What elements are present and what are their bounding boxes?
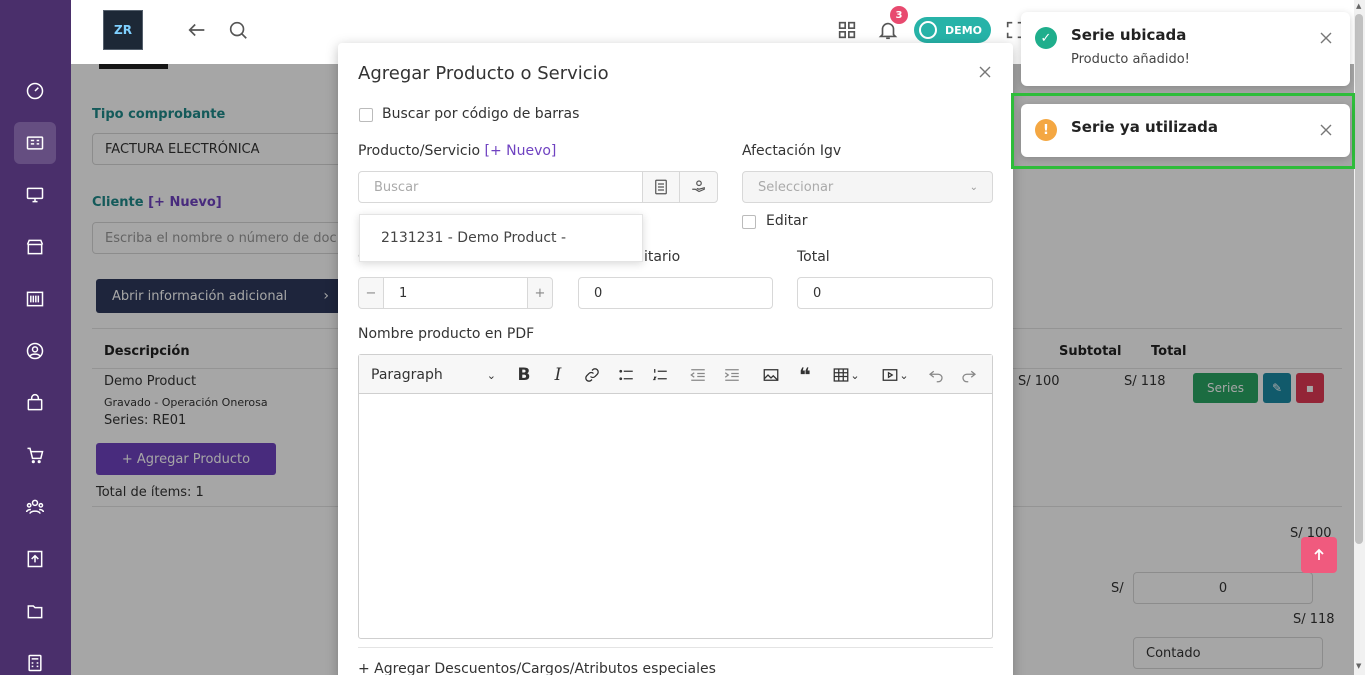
add-product-modal: Agregar Producto o Servicio Buscar por c…	[338, 43, 1013, 675]
sales-icon[interactable]	[14, 122, 56, 164]
rich-text-editor[interactable]: Paragraph ⌄ B I ❝ ⌄ ⌄	[358, 354, 993, 639]
chevron-down-icon: ⌄	[969, 181, 978, 193]
paragraph-select[interactable]: Paragraph ⌄	[371, 365, 496, 385]
total-input[interactable]: 0	[797, 277, 993, 309]
scroll-down-arrow-icon[interactable]: ▼	[1356, 662, 1361, 670]
cantidad-input[interactable]: 1	[383, 277, 528, 309]
undo-icon[interactable]	[925, 365, 947, 385]
back-arrow-icon[interactable]	[185, 18, 209, 42]
toast-title: Serie ya utilizada	[1071, 118, 1219, 136]
add-discounts-link[interactable]: + Agregar Descuentos/Cargos/Atributos es…	[358, 661, 716, 675]
italic-icon[interactable]: I	[547, 365, 569, 385]
igv-select[interactable]: Seleccionar ⌄	[742, 171, 993, 203]
product-dropdown-option[interactable]: 2131231 - Demo Product -	[359, 214, 643, 262]
search-icon[interactable]	[226, 18, 250, 42]
calculator-icon[interactable]	[22, 650, 48, 675]
chevron-down-icon: ⌄	[486, 368, 496, 382]
close-icon[interactable]	[1319, 123, 1333, 137]
decrement-button[interactable]: −	[358, 277, 384, 309]
apps-grid-icon[interactable]	[835, 18, 859, 42]
user-icon[interactable]	[22, 338, 48, 364]
scrollbar-thumb[interactable]	[1355, 14, 1363, 544]
pos-icon[interactable]	[22, 182, 48, 208]
toast-success: ✓ Serie ubicada Producto añadido!	[1021, 12, 1350, 86]
barcode-icon[interactable]	[22, 286, 48, 312]
app-logo: ZR	[103, 10, 143, 50]
edit-label: Editar	[766, 213, 808, 229]
product-search-input[interactable]: Buscar	[358, 171, 643, 203]
toast-warning: ! Serie ya utilizada	[1021, 104, 1350, 157]
table-icon[interactable]: ⌄	[828, 365, 864, 385]
scroll-to-top-button[interactable]	[1301, 537, 1337, 573]
files-icon[interactable]	[22, 598, 48, 624]
divider	[358, 647, 993, 648]
barcode-search-label: Buscar por código de barras	[382, 106, 580, 122]
media-embed-icon[interactable]: ⌄	[876, 365, 914, 385]
numbered-list-icon[interactable]	[649, 365, 671, 385]
report-icon[interactable]	[22, 546, 48, 572]
bold-icon[interactable]: B	[513, 365, 535, 385]
arrow-up-icon	[1314, 548, 1324, 560]
editor-toolbar: Paragraph ⌄ B I ❝ ⌄ ⌄	[359, 355, 992, 394]
list-icon[interactable]	[642, 171, 680, 203]
indent-icon[interactable]	[721, 365, 743, 385]
product-new-link[interactable]: [+ Nuevo]	[484, 143, 556, 159]
increment-button[interactable]: +	[527, 277, 553, 309]
demo-mode-toggle[interactable]: DEMO	[914, 17, 991, 43]
toast-message: Producto añadido!	[1071, 52, 1190, 67]
warning-icon: !	[1035, 119, 1057, 141]
scroll-up-arrow-icon[interactable]: ▲	[1356, 2, 1361, 10]
link-icon[interactable]	[581, 365, 603, 385]
precio-input[interactable]: 0	[578, 277, 773, 309]
igv-label: Afectación Igv	[742, 143, 842, 159]
product-label: Producto/Servicio [+ Nuevo]	[358, 143, 557, 159]
service-hand-icon[interactable]	[679, 171, 718, 203]
bulleted-list-icon[interactable]	[615, 365, 637, 385]
outdent-icon[interactable]	[687, 365, 709, 385]
modal-title: Agregar Producto o Servicio	[358, 63, 609, 84]
close-icon[interactable]	[978, 65, 992, 79]
redo-icon[interactable]	[958, 365, 980, 385]
dashboard-icon[interactable]	[22, 78, 48, 104]
cart-icon[interactable]	[22, 442, 48, 468]
store-icon[interactable]	[22, 234, 48, 260]
sidebar	[0, 0, 71, 675]
quote-icon[interactable]: ❝	[794, 363, 816, 387]
total-label: Total	[797, 249, 830, 265]
check-circle-icon: ✓	[1035, 27, 1057, 49]
notification-badge: 3	[890, 6, 908, 24]
smile-icon	[919, 21, 937, 39]
pdf-name-label: Nombre producto en PDF	[358, 326, 535, 342]
barcode-search-checkbox[interactable]	[359, 108, 373, 122]
shopping-bag-icon[interactable]	[22, 390, 48, 416]
image-icon[interactable]	[760, 365, 782, 385]
users-icon[interactable]	[22, 494, 48, 520]
close-icon[interactable]	[1319, 31, 1333, 45]
toast-title: Serie ubicada	[1071, 26, 1187, 44]
edit-checkbox[interactable]	[742, 215, 756, 229]
